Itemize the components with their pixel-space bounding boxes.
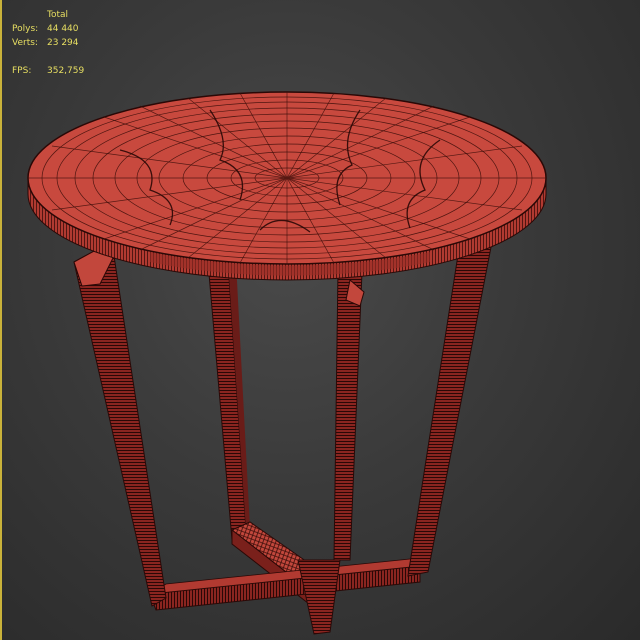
tabletop-surface [27, 91, 547, 265]
cross-base [149, 521, 421, 635]
back-right-leg [333, 269, 365, 561]
back-left-leg [207, 261, 250, 541]
front-right-leg [407, 241, 493, 577]
front-left-leg [73, 249, 167, 607]
viewport[interactable]: Total Polys: 44 440 Verts: 23 294 FPS: 352,… [0, 0, 640, 640]
table-wireframe-model[interactable] [0, 0, 640, 640]
